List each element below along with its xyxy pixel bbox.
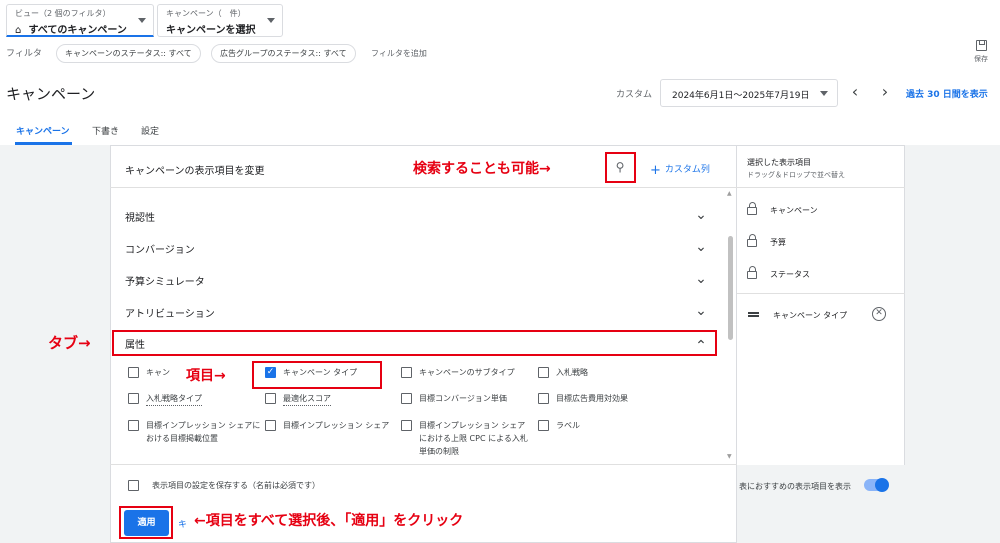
caret-down-icon — [267, 18, 275, 23]
checkbox[interactable] — [128, 393, 139, 404]
save-icon — [975, 40, 987, 51]
view-select-value: すべてのキャンペーン — [28, 25, 127, 36]
category-visibility[interactable]: 視認性 — [125, 209, 155, 224]
save-settings-label: 表示項目の設定を保存する（名前は必須です） — [152, 481, 320, 490]
chevron-left-icon[interactable]: ‹ — [846, 84, 864, 102]
custom-column-label: カスタム列 — [664, 165, 710, 175]
option-label: キャンペーンのサブタイプ — [419, 368, 515, 377]
toggle-knob — [875, 478, 889, 492]
option-label: 目標インプレッション シェアにおける目標掲載位置 — [146, 421, 261, 443]
option-label: 入札戦略 — [556, 368, 588, 377]
option-label: 目標コンバージョン単価 — [419, 394, 507, 403]
selected-column-budget: 予算 — [770, 238, 786, 247]
category-conversions[interactable]: コンバージョン — [125, 241, 195, 256]
checkbox[interactable] — [538, 420, 549, 431]
home-icon: ⌂ — [15, 25, 22, 36]
divider — [737, 293, 905, 294]
checkbox[interactable] — [128, 367, 139, 378]
selected-columns-subtitle: ドラッグ＆ドロップで並べ替え — [747, 171, 845, 179]
recommended-columns-label: 表におすすめの表示項目を表示 — [739, 482, 851, 491]
drag-handle-icon[interactable] — [748, 312, 759, 317]
campaign-select-caption: キャンペーン（ 件） — [166, 9, 246, 18]
selected-columns-title: 選択した表示項目 — [747, 158, 811, 167]
annotation-item-box — [252, 361, 382, 389]
checkbox[interactable] — [538, 367, 549, 378]
active-tab-indicator — [15, 142, 72, 145]
save-label: 保存 — [974, 55, 988, 63]
option-label: 最適化スコア — [283, 392, 331, 406]
annotation-search: 検索することも可能→ — [413, 161, 551, 177]
divider — [737, 187, 905, 188]
filter-label: フィルタ — [6, 49, 42, 59]
category-budget-simulator[interactable]: 予算シミュレータ — [125, 273, 205, 288]
add-filter-link[interactable]: フィルタを追加 — [371, 48, 427, 59]
option-label: ラベル — [556, 421, 580, 430]
selected-column-campaign-type[interactable]: キャンペーン タイプ — [773, 310, 847, 321]
cancel-button[interactable]: キ — [178, 517, 187, 530]
page-title: キャンペーン — [6, 85, 96, 103]
divider — [110, 187, 737, 188]
category-attribution[interactable]: アトリビューション — [125, 305, 215, 320]
last-30-days-link[interactable]: 過去 30 日間を表示 — [906, 87, 988, 100]
view-select[interactable]: ビュー（2 個のフィルタ） ⌂ すべてのキャンペーン — [6, 4, 154, 37]
option-label: 目標インプレッション シェア — [283, 421, 390, 430]
chevron-down-icon[interactable]: ⌄ — [694, 303, 708, 319]
chevron-down-icon[interactable]: ⌄ — [694, 207, 708, 223]
lock-icon — [747, 234, 757, 247]
lock-icon — [747, 202, 757, 215]
recommended-columns-toggle[interactable] — [864, 478, 889, 492]
annotation-item: 項目→ — [186, 368, 226, 384]
chevron-right-icon[interactable]: › — [876, 84, 894, 102]
annotation-tab-box — [112, 330, 717, 356]
chevron-down-icon[interactable]: ⌄ — [694, 239, 708, 255]
annotation-search-box — [605, 152, 636, 183]
caret-down-icon — [138, 18, 146, 23]
checkbox[interactable] — [401, 420, 412, 431]
checkbox[interactable] — [128, 420, 139, 431]
filter-chip-adgroup-status[interactable]: 広告グループのステータス:: すべて — [211, 44, 356, 63]
checkbox[interactable] — [265, 393, 276, 404]
selected-columns-panel — [737, 145, 905, 465]
checkbox[interactable] — [538, 393, 549, 404]
scroll-up-icon[interactable]: ▲ — [727, 190, 732, 197]
date-custom-label: カスタム — [616, 90, 653, 100]
checkbox[interactable] — [265, 420, 276, 431]
lock-icon — [747, 266, 757, 279]
save-button[interactable]: 保存 — [970, 40, 992, 64]
view-select-caption: ビュー（2 個のフィルタ） — [15, 9, 111, 18]
date-range-select[interactable]: 2024年6月1日～2025年7月19日 — [660, 79, 838, 107]
selected-column-campaign: キャンペーン — [770, 206, 818, 215]
selected-column-status: ステータス — [770, 270, 810, 279]
checkbox[interactable] — [401, 393, 412, 404]
chevron-down-icon[interactable]: ⌄ — [694, 271, 708, 287]
scrollbar[interactable] — [728, 236, 733, 340]
annotation-tab: タブ→ — [48, 334, 91, 352]
scroll-down-icon[interactable]: ▼ — [727, 453, 732, 460]
campaign-select-value: キャンペーンを選択 — [166, 25, 256, 36]
campaign-select[interactable]: キャンペーン（ 件） キャンペーンを選択 — [157, 4, 283, 37]
tab-campaigns[interactable]: キャンペーン — [16, 124, 70, 137]
checkbox[interactable] — [128, 480, 139, 491]
filter-chip-campaign-status[interactable]: キャンペーンのステータス:: すべて — [56, 44, 201, 63]
option-label: 目標インプレッション シェアにおける上限 CPC による入札単価の制限 — [419, 421, 528, 456]
option-label: キャン — [146, 368, 170, 377]
tab-settings[interactable]: 設定 — [141, 124, 159, 137]
option-label: 目標広告費用対効果 — [556, 394, 628, 403]
caret-down-icon — [820, 91, 828, 96]
date-range-value: 2024年6月1日～2025年7月19日 — [672, 91, 810, 101]
annotation-apply-box — [119, 506, 173, 539]
divider — [110, 464, 737, 465]
custom-column-button[interactable]: + カスタム列 — [650, 162, 710, 178]
annotation-apply: ←項目をすべて選択後、「適用」をクリック — [194, 513, 464, 529]
option-label: 入札戦略タイプ — [146, 392, 202, 406]
tab-drafts[interactable]: 下書き — [92, 124, 119, 137]
checkbox[interactable] — [401, 367, 412, 378]
panel-title: キャンペーンの表示項目を変更 — [125, 166, 265, 177]
plus-icon: + — [650, 163, 661, 178]
remove-icon[interactable]: ✕ — [872, 307, 886, 321]
